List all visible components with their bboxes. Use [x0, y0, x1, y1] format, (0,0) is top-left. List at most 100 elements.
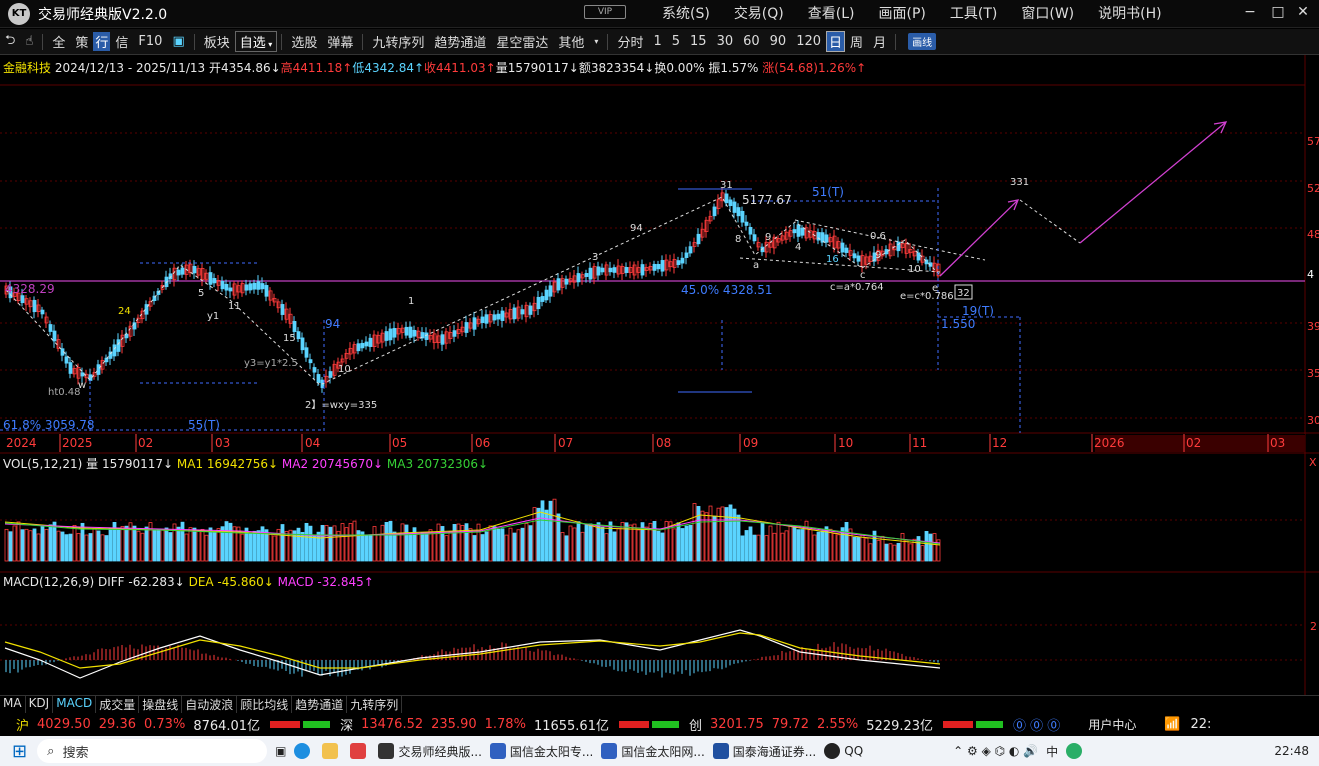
candle-body: [564, 278, 569, 285]
tool-jiuzhuan[interactable]: 九转序列: [367, 32, 429, 51]
volume-bar: [316, 531, 321, 562]
taskbar-search[interactable]: ⌕ 搜索: [37, 739, 268, 763]
search-icon: ⌕: [47, 743, 63, 759]
taskbar-app-qq[interactable]: QQ: [824, 743, 863, 759]
menu-tools[interactable]: 工具(T): [938, 3, 1009, 23]
tool-other[interactable]: 其他: [553, 32, 589, 51]
folder-icon[interactable]: [322, 743, 342, 759]
tab-macd[interactable]: MACD: [53, 696, 97, 713]
candle-body: [800, 227, 805, 236]
period-1[interactable]: 1: [648, 34, 666, 49]
user-center-link[interactable]: 用户中心: [1088, 716, 1136, 733]
vol-ma3: MA3 20732306↓: [386, 457, 489, 471]
tool-quan[interactable]: 全: [47, 32, 70, 51]
period-90[interactable]: 90: [765, 34, 792, 49]
tool-qushi[interactable]: 趋势通道: [429, 32, 491, 51]
back-icon[interactable]: ⮌: [0, 31, 20, 53]
task-view-icon[interactable]: ▣: [275, 744, 286, 758]
candle-body: [464, 322, 469, 333]
candle-body: [328, 371, 333, 378]
volume-bar: [572, 527, 577, 562]
tab-wave[interactable]: 自动波浪: [182, 696, 238, 713]
volume-bar: [24, 528, 29, 562]
volume-bar: [28, 530, 33, 562]
zixuan-dropdown[interactable]: 自选 ▾: [234, 31, 278, 52]
start-icon[interactable]: ⊞: [12, 741, 27, 762]
vip-badge[interactable]: VIP: [584, 5, 626, 19]
cy-name[interactable]: 创: [689, 715, 702, 734]
period-week[interactable]: 周: [845, 32, 868, 51]
xuangu-button[interactable]: 选股: [286, 32, 322, 51]
date-label: 10: [838, 436, 853, 450]
menu-view[interactable]: 查看(L): [796, 3, 867, 23]
taskbar-app-jiaoyishi[interactable]: 交易师经典版...: [378, 743, 482, 760]
app-s-icon[interactable]: [350, 743, 370, 759]
sz-name[interactable]: 深: [340, 715, 353, 734]
tab-kdj[interactable]: KDJ: [26, 696, 54, 713]
period-15[interactable]: 15: [685, 34, 712, 49]
volume-bar: [252, 530, 257, 562]
volume-bar: [308, 525, 313, 562]
volume-bar: [748, 526, 753, 562]
tool-xin[interactable]: 信: [110, 32, 133, 51]
minimize-button[interactable]: −: [1240, 4, 1260, 20]
candle-body: [264, 285, 269, 297]
sh-name[interactable]: 沪: [16, 715, 29, 734]
maximize-button[interactable]: □: [1268, 4, 1288, 20]
close-x-mark[interactable]: X: [1309, 456, 1317, 469]
candle-body: [584, 273, 589, 277]
volume-bar: [100, 534, 105, 562]
wave-15: 15: [283, 333, 296, 344]
period-month[interactable]: 月: [868, 32, 891, 51]
volume-bar: [628, 524, 633, 562]
taskbar-app-guoxin1[interactable]: 国信金太阳专...: [489, 743, 593, 760]
period-120[interactable]: 120: [791, 34, 826, 49]
period-day[interactable]: 日: [826, 31, 846, 52]
menu-window[interactable]: 窗口(W): [1009, 3, 1086, 23]
menu-system[interactable]: 系统(S): [650, 3, 722, 23]
tab-caopan[interactable]: 操盘线: [139, 696, 183, 713]
kline-chart[interactable]: 57 52 48 4 39 35 30 2024 2025 02 03 04 0…: [0, 55, 1319, 695]
tool-hang[interactable]: 行: [93, 32, 111, 51]
period-5[interactable]: 5: [667, 34, 685, 49]
tab-trend[interactable]: 趋势通道: [292, 696, 348, 713]
e-expr-label: e=c*0.786: [900, 291, 954, 302]
tab-volume[interactable]: 成交量: [96, 696, 140, 713]
chevron-down-icon[interactable]: ▾: [589, 37, 603, 46]
bankuai-button[interactable]: 板块: [199, 32, 235, 51]
tool-xingkong[interactable]: 星空雷达: [491, 32, 553, 51]
status-icons[interactable]: ⓪ ⓪ ⓪: [1013, 715, 1060, 734]
market-bar: 沪 4029.50 29.36 0.73% 8764.01亿 深 13476.5…: [0, 714, 1319, 734]
danmu-button[interactable]: 弹幕: [322, 32, 358, 51]
close-button[interactable]: ✕: [1293, 4, 1313, 20]
edge-icon[interactable]: [294, 743, 314, 759]
tab-ma[interactable]: MA: [0, 696, 26, 713]
sz-index: 13476.52: [361, 716, 424, 732]
menu-help[interactable]: 说明书(H): [1086, 3, 1173, 23]
taskbar-app-guoxin2[interactable]: 国信金太阳网...: [601, 743, 705, 760]
period-30[interactable]: 30: [712, 34, 739, 49]
tool-f10[interactable]: F10: [133, 34, 167, 49]
menu-screen[interactable]: 画面(P): [867, 3, 938, 23]
tab-gubi[interactable]: 顾比均线: [237, 696, 293, 713]
hand-icon[interactable]: ☝: [20, 34, 38, 49]
taskbar-clock[interactable]: 22:48: [1274, 744, 1309, 758]
divider: [42, 33, 44, 50]
taskbar-app-guotai[interactable]: 国泰海通证券...: [712, 743, 816, 760]
window-icon[interactable]: ▣: [167, 34, 189, 49]
volume-bar: [272, 535, 277, 562]
tab-jiuzhuan[interactable]: 九转序列: [347, 696, 403, 713]
menu-trade[interactable]: 交易(Q): [722, 3, 796, 23]
volume-bar: [876, 539, 881, 562]
period-fenshi[interactable]: 分时: [612, 32, 648, 51]
app-title: 交易师经典版V2.2.0: [38, 6, 168, 23]
ime-indicator[interactable]: 中: [1046, 743, 1058, 760]
candle-body: [368, 337, 373, 347]
volume-bar: [256, 530, 261, 562]
draw-line-button[interactable]: 画线: [908, 33, 937, 50]
volume-bar: [928, 533, 933, 562]
tray-icons[interactable]: ⌃ ⚙ ◈ ⌬ ◐ 🔊: [953, 744, 1038, 758]
wechat-icon[interactable]: [1066, 743, 1086, 759]
tool-ce[interactable]: 策: [70, 32, 93, 51]
period-60[interactable]: 60: [738, 34, 765, 49]
